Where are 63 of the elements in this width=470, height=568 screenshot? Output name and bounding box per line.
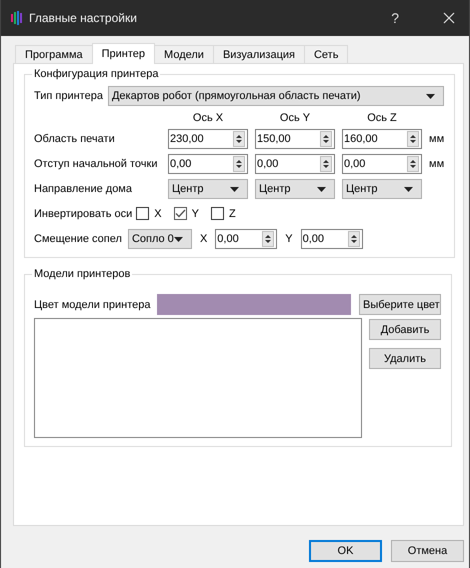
number-field[interactable]: 160,00 <box>342 129 422 149</box>
dropdown[interactable]: Сопло 0 <box>128 229 192 249</box>
checkbox[interactable] <box>136 207 150 220</box>
column-header: Ось Z <box>366 112 398 124</box>
checkbox[interactable] <box>174 207 187 220</box>
field-label: Тип принтера <box>34 90 103 102</box>
help-button[interactable]: ? <box>387 10 403 26</box>
tab[interactable]: Сеть <box>304 45 348 63</box>
number-field[interactable]: 0,00 <box>215 229 278 249</box>
close-icon[interactable] <box>443 12 455 24</box>
column-header: Ось Y <box>278 112 312 124</box>
column-header: Ось X <box>192 112 224 124</box>
unit-label: мм <box>429 133 444 145</box>
number-field[interactable]: 0,00 <box>255 154 335 174</box>
field-label: Инвертировать оси <box>34 208 132 220</box>
spin-arrows-icon[interactable] <box>262 231 274 247</box>
choose-color-button[interactable]: Выберите цвет <box>359 294 441 315</box>
caret-icon <box>317 186 326 192</box>
add-button[interactable]: Добавить <box>369 319 441 340</box>
checkbox-label: Y <box>192 208 199 220</box>
caret-icon <box>230 186 239 192</box>
field-label: Направление дома <box>34 183 133 195</box>
number-field[interactable]: 230,00 <box>168 129 248 149</box>
caret-icon <box>174 236 183 242</box>
spin-arrows-icon[interactable] <box>407 131 419 147</box>
checkbox[interactable] <box>210 207 224 220</box>
dialog-button[interactable]: OK <box>309 540 382 562</box>
spin-arrows-icon[interactable] <box>348 231 360 247</box>
dropdown[interactable]: Центр <box>168 179 248 199</box>
app-logo-icon <box>11 11 23 25</box>
spin-arrows-icon[interactable] <box>320 156 332 172</box>
dropdown[interactable]: Центр <box>255 179 335 199</box>
field-label: Отступ начальной точки <box>34 158 158 170</box>
dialog-button[interactable]: Отмена <box>391 540 464 562</box>
tab[interactable]: Модели <box>154 45 214 63</box>
window-title: Главные настройки <box>29 11 138 25</box>
spin-arrows-icon[interactable] <box>407 156 419 172</box>
field-label: Y <box>285 233 293 245</box>
spin-arrows-icon[interactable] <box>233 156 245 172</box>
spin-arrows-icon[interactable] <box>320 131 332 147</box>
number-field[interactable]: 0,00 <box>300 229 363 249</box>
field-label: X <box>200 233 208 245</box>
tab[interactable]: Визуализация <box>212 45 305 63</box>
model-list[interactable] <box>34 318 362 438</box>
unit-label: мм <box>429 158 444 170</box>
number-field[interactable]: 0,00 <box>168 154 248 174</box>
group-title: Модели принтеров <box>33 268 132 280</box>
spin-arrows-icon[interactable] <box>233 131 245 147</box>
tab[interactable]: Принтер <box>92 43 156 64</box>
checkbox-label: Z <box>228 208 236 220</box>
field-label: Область печати <box>34 133 116 145</box>
field-label: Цвет модели принтера <box>34 298 152 310</box>
dropdown[interactable]: Центр <box>342 179 422 199</box>
group-title: Конфигурация принтера <box>33 68 160 80</box>
number-field[interactable]: 150,00 <box>255 129 335 149</box>
remove-button[interactable]: Удалить <box>369 348 441 369</box>
dropdown[interactable]: Декартов робот (прямоугольная область печати) <box>108 86 444 106</box>
field-label: Смещение сопел <box>34 233 122 245</box>
tab[interactable]: Программа <box>15 45 93 63</box>
number-field[interactable]: 0,00 <box>342 154 422 174</box>
checkbox-label: X <box>154 208 162 220</box>
caret-icon <box>426 94 436 98</box>
caret-icon <box>404 186 413 192</box>
